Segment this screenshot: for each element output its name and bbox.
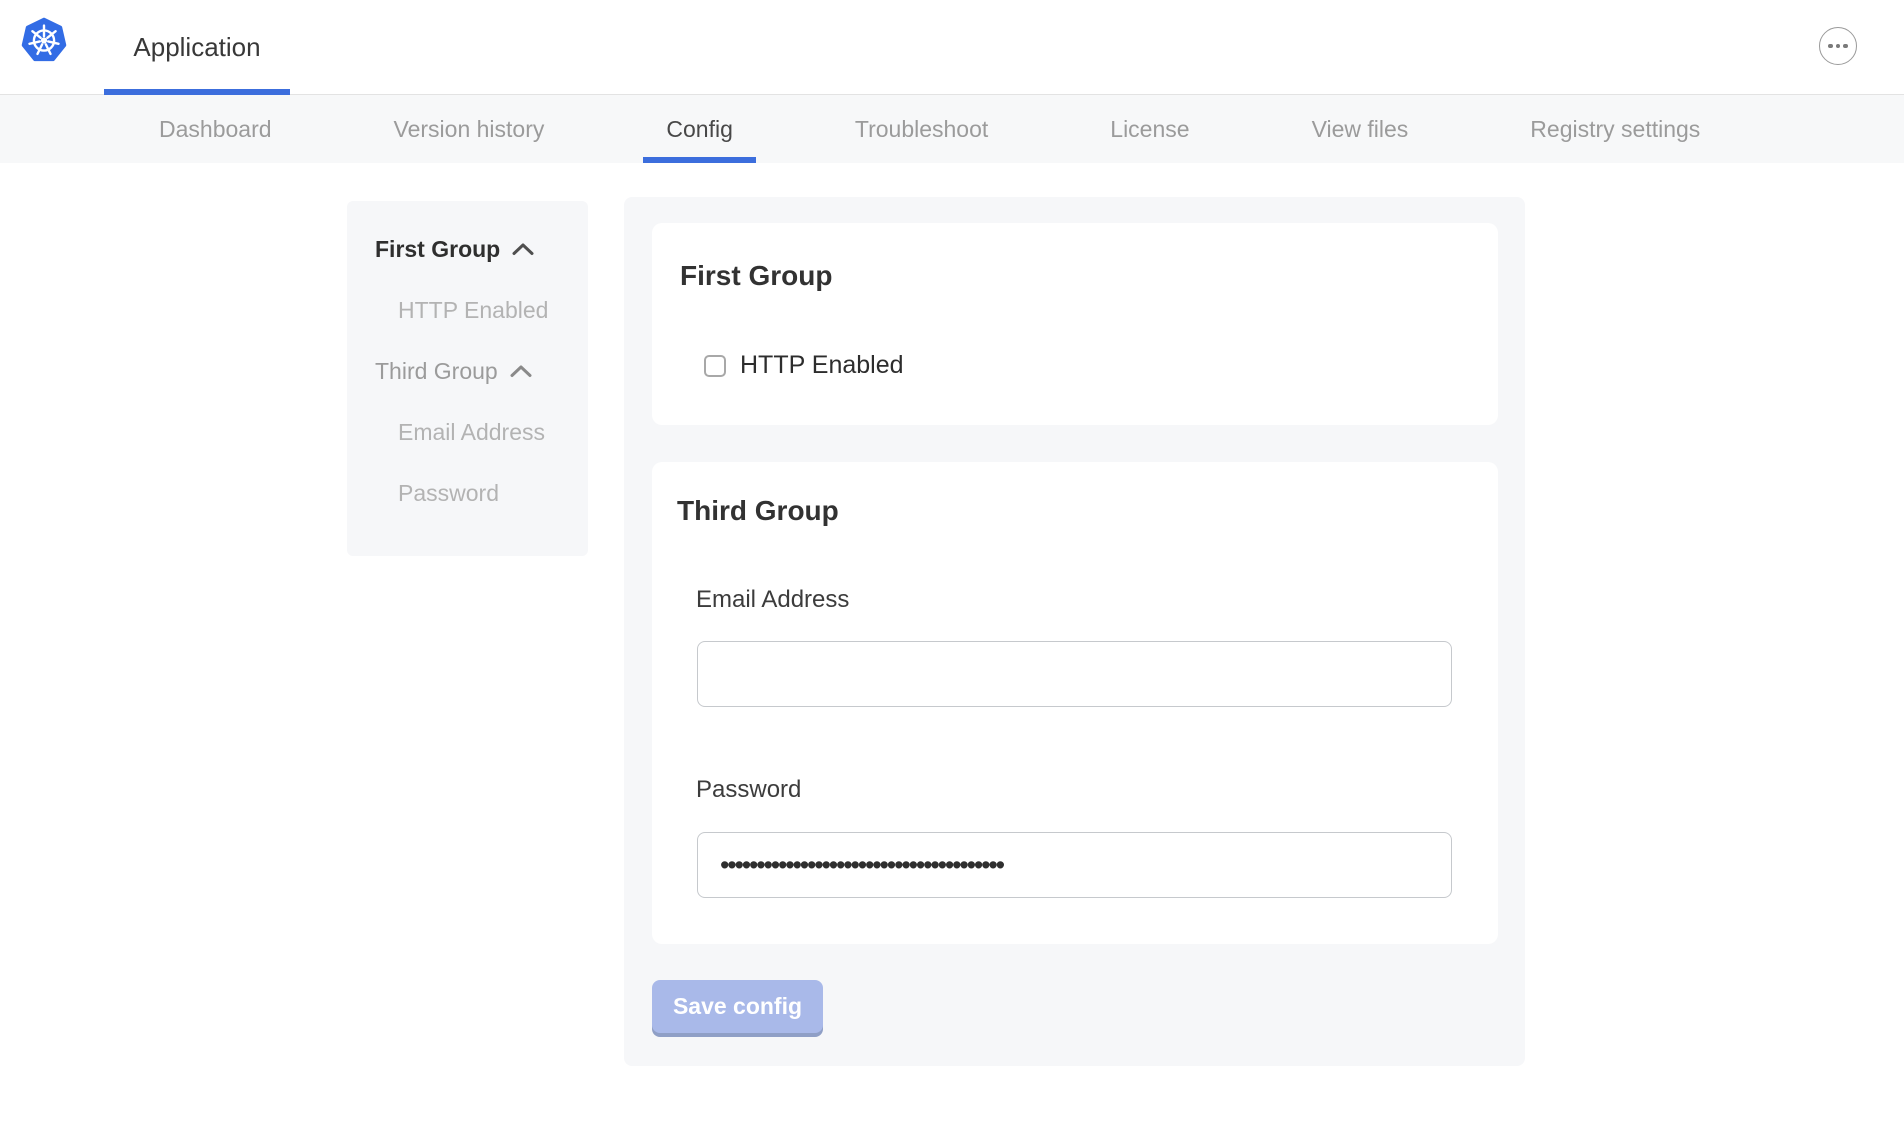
config-nav-group-first-group[interactable]: First Group [347, 228, 588, 270]
config-nav-group-third-group[interactable]: Third Group [347, 350, 588, 392]
password-label: Password [696, 778, 1470, 802]
http-enabled-checkbox-row[interactable]: HTTP Enabled [704, 351, 1470, 380]
config-nav-item-email-address[interactable]: Email Address [347, 411, 588, 453]
config-nav-item-password[interactable]: Password [347, 472, 588, 514]
email-address-label: Email Address [696, 588, 1470, 612]
http-enabled-checkbox[interactable] [704, 355, 726, 377]
tab-view-files[interactable]: View files [1289, 95, 1432, 163]
http-enabled-label: HTTP Enabled [740, 351, 904, 380]
tab-registry-settings[interactable]: Registry settings [1507, 95, 1723, 163]
group-title: First Group [680, 259, 1470, 293]
config-content-panel: First Group HTTP Enabled Third Group Ema… [624, 197, 1525, 1066]
chevron-up-icon[interactable] [512, 242, 534, 256]
tab-license[interactable]: License [1087, 95, 1212, 163]
tab-troubleshoot[interactable]: Troubleshoot [832, 95, 1011, 163]
active-tab-underline [104, 89, 290, 95]
tab-application-label: Application [133, 32, 260, 63]
tab-config[interactable]: Config [643, 95, 755, 163]
chevron-up-icon[interactable] [510, 364, 532, 378]
config-group-card-first-group: First Group HTTP Enabled [652, 223, 1498, 425]
app-header: Application [0, 0, 1904, 95]
ellipsis-icon [1828, 44, 1833, 49]
app-nav-tabs: Dashboard Version history Config Trouble… [0, 95, 1904, 163]
active-tab-underline [643, 157, 755, 163]
tab-dashboard[interactable]: Dashboard [136, 95, 295, 163]
config-group-card-third-group: Third Group Email Address Password [652, 462, 1498, 944]
kubernetes-logo-icon [20, 16, 68, 64]
config-nav-item-http-enabled[interactable]: HTTP Enabled [347, 289, 588, 331]
save-config-button[interactable]: Save config [652, 980, 823, 1033]
tab-application[interactable]: Application [104, 0, 290, 94]
email-address-field[interactable] [697, 641, 1452, 707]
password-field[interactable] [697, 832, 1452, 898]
more-options-button[interactable] [1819, 27, 1857, 65]
tab-version-history[interactable]: Version history [371, 95, 568, 163]
config-sidebar: First Group HTTP Enabled Third Group Ema… [347, 201, 588, 556]
group-title: Third Group [677, 494, 1470, 528]
